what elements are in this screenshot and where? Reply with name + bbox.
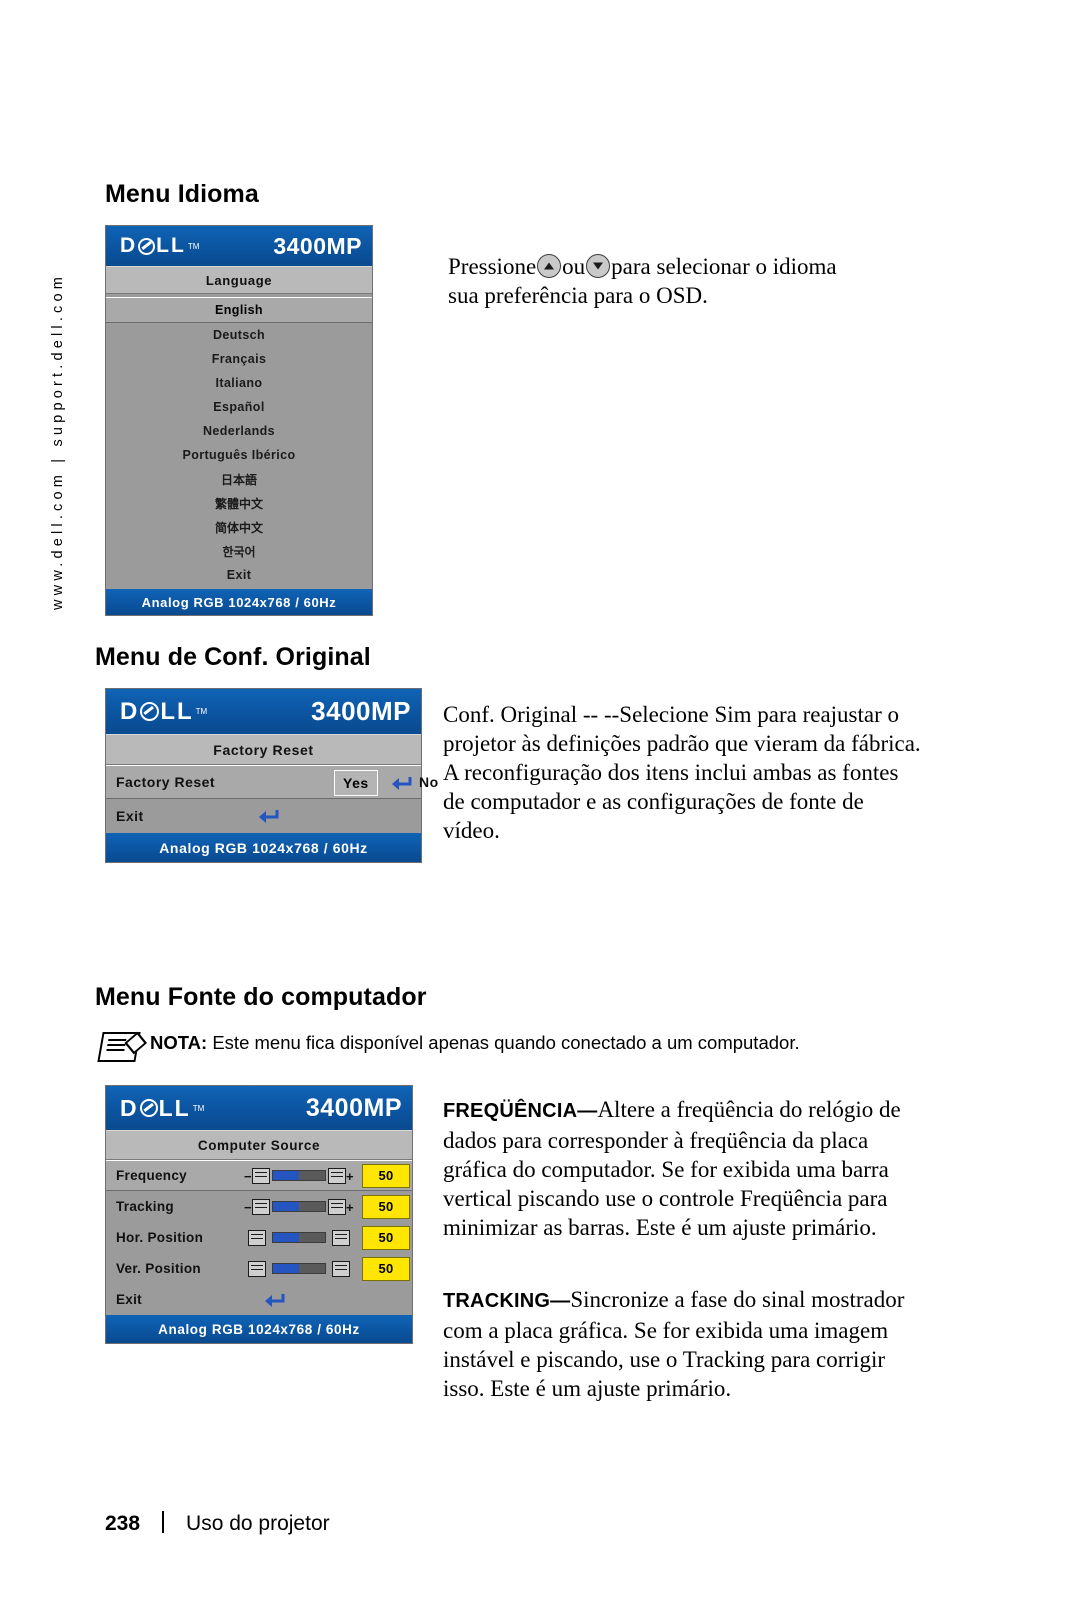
no-label: No — [419, 774, 439, 790]
exit-label: Exit — [116, 1292, 142, 1307]
note-label: NOTA: — [150, 1032, 208, 1053]
setting-row-tracking[interactable]: Tracking − + 50 — [106, 1191, 412, 1222]
footer-divider — [162, 1511, 165, 1533]
move-down-icon[interactable] — [328, 1260, 354, 1277]
list-item[interactable]: 日本語 — [106, 467, 372, 491]
heading-menu-fonte-computador: Menu Fonte do computador — [95, 983, 427, 1011]
slider-track[interactable] — [272, 1263, 326, 1274]
osd-header: D LL TM 3400MP — [106, 689, 421, 734]
osd-menu-title: Factory Reset — [106, 734, 421, 765]
enter-arrow-icon — [264, 1292, 286, 1311]
footer-label: Uso do projetor — [186, 1512, 330, 1535]
setting-value: 50 — [362, 1256, 410, 1281]
decrease-icon[interactable]: − — [244, 1167, 270, 1184]
move-left-icon[interactable] — [244, 1229, 270, 1246]
no-button[interactable]: No — [411, 770, 447, 794]
list-item[interactable]: Português Ibérico — [106, 443, 372, 467]
setting-label: Ver. Position — [116, 1261, 201, 1276]
list-item[interactable]: Deutsch — [106, 323, 372, 347]
arrow-up-icon — [537, 254, 562, 278]
enter-arrow-icon — [391, 775, 413, 794]
list-item[interactable]: Nederlands — [106, 419, 372, 443]
osd-menu-title: Computer Source — [106, 1130, 412, 1160]
setting-value: 50 — [362, 1225, 410, 1250]
enter-arrow-icon — [258, 808, 280, 827]
projector-model-label: 3400MP — [305, 1093, 402, 1122]
list-item-exit[interactable]: Exit — [106, 563, 372, 587]
page-footer: 238 Uso do projetor — [105, 1508, 330, 1536]
list-item[interactable]: Español — [106, 395, 372, 419]
text-before: Pressione — [448, 254, 537, 279]
osd-header: D LL TM 3400MP — [106, 1086, 412, 1130]
list-item[interactable]: 简体中文 — [106, 515, 372, 539]
setting-label: Frequency — [116, 1168, 187, 1183]
heading-menu-idioma: Menu Idioma — [105, 180, 259, 208]
text-middle: ou — [562, 254, 586, 279]
osd-menu-title: Language — [106, 266, 372, 294]
tracking-description: TRACKING—Sincronize a fase do sinal most… — [443, 1285, 928, 1403]
osd-computer-source-menu: D LL TM 3400MP Computer Source Frequency −… — [105, 1085, 413, 1344]
trademark-mark: TM — [187, 241, 200, 251]
arrow-down-icon — [586, 254, 611, 278]
setting-row-hor-position[interactable]: Hor. Position 50 — [106, 1222, 412, 1253]
factory-reset-description: Conf. Original -- --Selecione Sim para r… — [443, 702, 921, 843]
decrease-icon[interactable]: − — [244, 1198, 270, 1215]
frequency-description: FREQÜÊNCIA—Altere a freqüência do relógi… — [443, 1095, 928, 1242]
setting-value: 50 — [362, 1163, 410, 1188]
exit-row[interactable]: Exit — [106, 799, 421, 833]
move-up-icon[interactable] — [244, 1260, 270, 1277]
heading-menu-conf-original: Menu de Conf. Original — [95, 643, 371, 671]
move-right-icon[interactable] — [328, 1229, 354, 1246]
list-item[interactable]: 한국어 — [106, 539, 372, 563]
osd-language-menu: D LL TM 3400MP Language English Deutsch Fr… — [105, 225, 373, 616]
setting-label: Tracking — [116, 1199, 174, 1214]
increase-icon[interactable]: + — [328, 1198, 354, 1215]
exit-label: Exit — [116, 808, 144, 824]
projector-model-label: 3400MP — [273, 232, 362, 259]
language-list: English Deutsch Français Italiano Españo… — [106, 294, 372, 589]
osd-status-bar: Analog RGB 1024x768 / 60Hz — [106, 589, 372, 615]
osd-status-bar: Analog RGB 1024x768 / 60Hz — [106, 1315, 412, 1343]
text-line2: sua preferência para o OSD. — [448, 283, 708, 308]
slider-track[interactable] — [272, 1201, 326, 1212]
list-item[interactable]: English — [106, 297, 372, 323]
page-number: 238 — [105, 1512, 141, 1535]
exit-row[interactable]: Exit — [106, 1284, 412, 1315]
osd-status-bar: Analog RGB 1024x768 / 60Hz — [106, 833, 421, 862]
list-item[interactable]: 繁體中文 — [106, 491, 372, 515]
projector-model-label: 3400MP — [311, 696, 411, 726]
increase-icon[interactable]: + — [328, 1167, 354, 1184]
yes-label: Yes — [343, 775, 369, 791]
dell-logo-icon: D LL TM — [120, 1094, 205, 1121]
note-text: NOTA: Este menu fica disponível apenas q… — [150, 1032, 800, 1054]
dell-logo-icon: D LL TM — [120, 234, 200, 257]
note-body: Este menu fica disponível apenas quando … — [212, 1032, 800, 1053]
setting-label: Hor. Position — [116, 1230, 204, 1245]
text-after: para selecionar o idioma — [611, 254, 837, 279]
osd-header: D LL TM 3400MP — [106, 226, 372, 266]
note-block: NOTA: Este menu fica disponível apenas q… — [97, 1032, 930, 1062]
setting-value: 50 — [362, 1194, 410, 1219]
frequency-term: FREQÜÊNCIA— — [443, 1100, 598, 1122]
osd-factory-reset-menu: D LL TM 3400MP Factory Reset Factory Reset… — [105, 688, 438, 863]
setting-row-ver-position[interactable]: Ver. Position 50 — [106, 1253, 412, 1284]
list-item[interactable]: Italiano — [106, 371, 372, 395]
slider-track[interactable] — [272, 1232, 326, 1243]
yes-button[interactable]: Yes — [334, 770, 378, 796]
factory-reset-row[interactable]: Factory Reset Yes No — [106, 765, 438, 799]
slider-track[interactable] — [272, 1170, 326, 1181]
setting-row-frequency[interactable]: Frequency − + 50 — [106, 1160, 412, 1191]
sidebar-url: www.dell.com | support.dell.com — [50, 272, 66, 610]
dell-logo-icon: D LL TM — [120, 697, 208, 725]
list-item[interactable]: Français — [106, 347, 372, 371]
tracking-term: TRACKING— — [443, 1290, 571, 1312]
factory-reset-label: Factory Reset — [116, 774, 216, 790]
language-instruction-text: Pressione ou para selecionar o idioma sua … — [448, 252, 968, 310]
note-pencil-icon — [97, 1032, 141, 1062]
